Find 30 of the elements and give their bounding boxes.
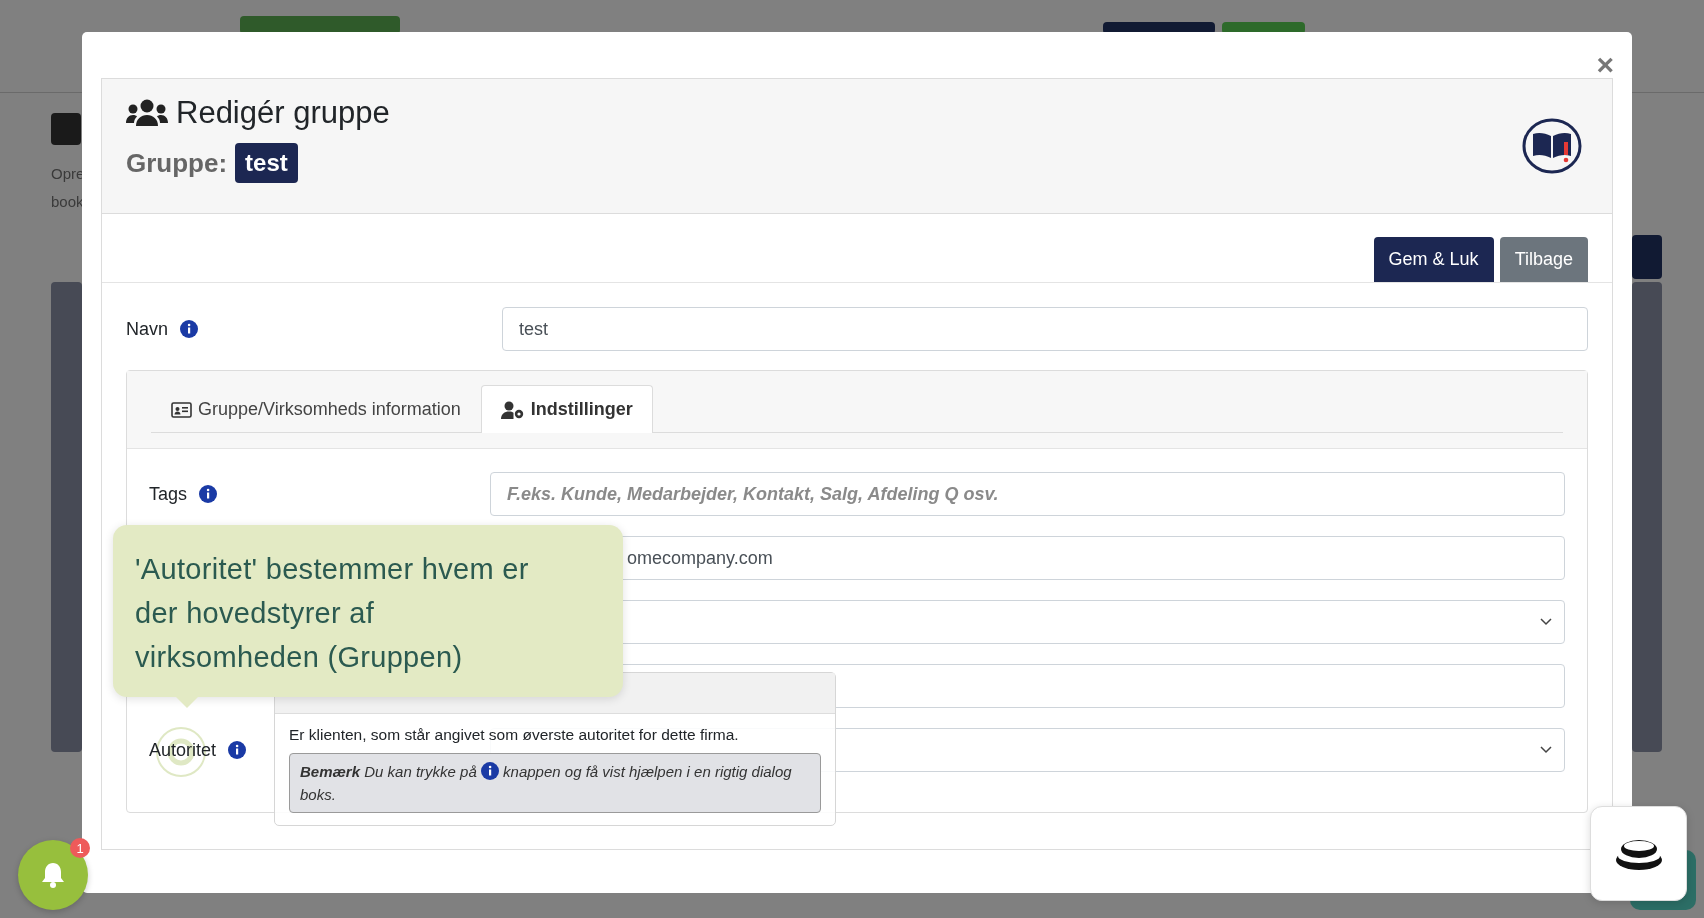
user-gear-icon: [500, 400, 525, 419]
group-name-badge: test: [235, 143, 298, 183]
id-card-icon: [171, 401, 192, 418]
notification-count: 1: [70, 838, 90, 858]
save-close-button[interactable]: Gem & Luk: [1373, 237, 1494, 282]
close-button[interactable]: ×: [1596, 50, 1614, 80]
field-label: Autoritet: [149, 739, 217, 761]
help-text: Er klienten, som står angivet som øverste autoritet for dette firma.: [289, 726, 740, 744]
field-label: Tags: [149, 483, 188, 505]
chat-widget-button[interactable]: [1590, 806, 1687, 901]
chevron-down-icon: [1540, 618, 1552, 626]
tab[interactable]: Indstillinger: [480, 385, 653, 433]
chevron-down-icon: [1540, 746, 1552, 754]
info-icon[interactable]: [199, 485, 218, 503]
book-icon[interactable]: [1522, 118, 1582, 174]
name-input[interactable]: test: [502, 307, 1588, 351]
bell-icon: [41, 862, 65, 888]
field-label: Navn: [126, 318, 169, 340]
tags-input[interactable]: F.eks. Kunde, Medarbejder, Kontakt, Salg, Afdeling Q osv.: [490, 472, 1565, 516]
users-icon: [126, 99, 168, 127]
group-label: Gruppe:: [126, 147, 228, 179]
background-text: book: [51, 192, 85, 212]
back-button[interactable]: Tilbage: [1499, 237, 1588, 282]
help-note: Bemærk Du kan trykke på knappen og få vist hjælpen i en rigtig dialog boks.: [289, 753, 821, 813]
dialog-title: Redigér gruppe: [176, 95, 390, 131]
info-icon[interactable]: [180, 320, 199, 338]
info-icon[interactable]: [228, 741, 247, 759]
info-icon[interactable]: [480, 762, 499, 780]
tab[interactable]: Gruppe/Virksomheds information: [151, 385, 481, 433]
background-text: Opre: [51, 164, 85, 184]
